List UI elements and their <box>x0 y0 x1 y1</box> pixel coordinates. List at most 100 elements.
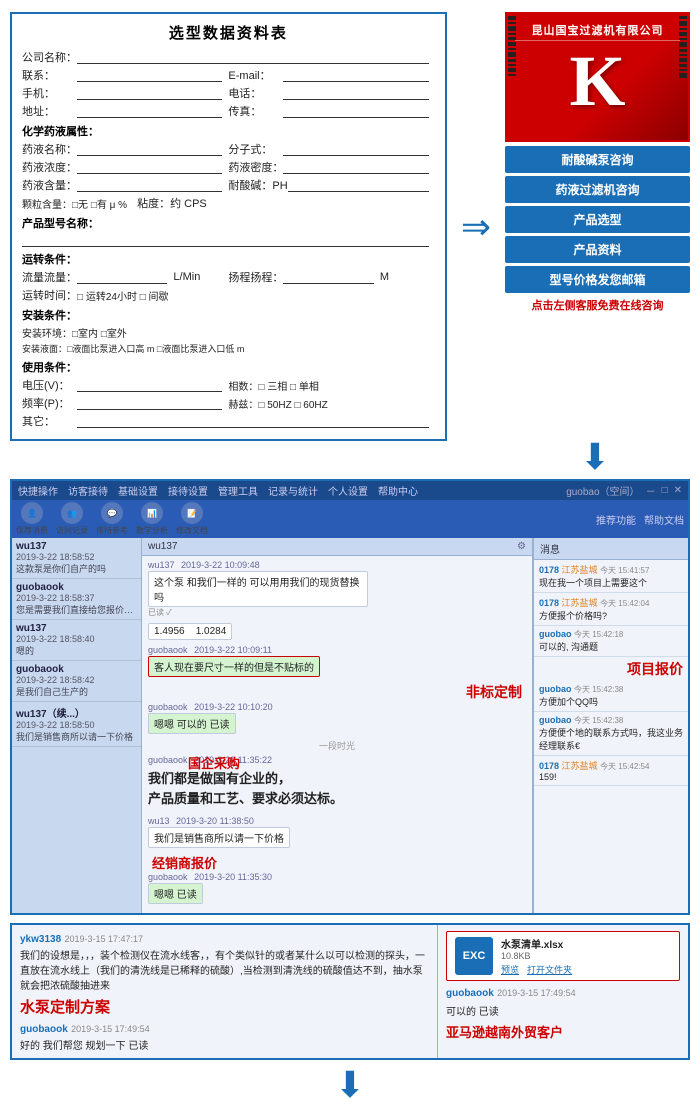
nav-xiugai-icon: 📝 <box>181 502 203 524</box>
msg-header-reply: guobaook 2019-3-22 10:10:20 <box>148 702 526 712</box>
msg-bubble-numbers: 1.4956 1.0284 <box>148 623 232 640</box>
bottom-user-2-name: guobaook <box>20 1024 68 1035</box>
chem-name-row: 药液名称： 分子式： <box>22 141 435 157</box>
runtime-label: 运转时间： <box>22 287 77 303</box>
file-size: 10.8KB <box>501 951 671 961</box>
topbar-jilu[interactable]: 记录与统计 <box>268 483 318 498</box>
right-msg-3-time: 今天 15:42:18 <box>574 630 623 639</box>
user-preview-wu13: 我们是销售商所以请一下价格 <box>16 730 134 743</box>
nav-fangwen[interactable]: 👥 访问记录 <box>56 502 88 536</box>
other-line <box>77 414 429 428</box>
chem-name-half: 药液名称： <box>22 141 228 157</box>
final-arrow-container: ⬇ <box>0 1064 700 1106</box>
topbar-jiedaisezhi[interactable]: 接待设置 <box>168 483 208 498</box>
annotation-fei-bianding: 非标定制 <box>148 682 522 702</box>
close-icon[interactable]: ✕ <box>674 485 682 496</box>
contact-label: 联系： <box>22 67 77 83</box>
msg-bubble-final: 嗯嗯 已读 <box>148 883 203 904</box>
tel-label: 电话： <box>228 85 283 101</box>
right-msg-3: guobao 今天 15:42:18 可以的, 沟通题 <box>534 626 688 657</box>
molecular-line <box>283 142 428 156</box>
msg-time-highlight: 2019-3-22 10:09:11 <box>194 645 272 655</box>
user-entry-guobaook2[interactable]: guobaook 2019-3-22 18:58:42 是我们自己生产的 <box>12 661 141 702</box>
address-label: 地址： <box>22 103 77 119</box>
topbar-jichushezhi[interactable]: 基础设置 <box>118 483 158 498</box>
nav-bangzhu[interactable]: 帮助文档 <box>644 512 684 527</box>
chat-center-title: wu137 <box>148 541 177 552</box>
user-time-wu137: 2019-3-22 18:58:52 <box>16 552 137 562</box>
user-entry-guobaook[interactable]: guobaook 2019-3-22 18:58:37 您是需要我们直接给您报价… <box>12 579 141 620</box>
right-msg-2-text: 方便报个价格吗? <box>539 609 683 622</box>
btn-filter[interactable]: 药液过滤机咨询 <box>505 176 690 203</box>
flow-section-header: 运转条件： <box>22 251 435 267</box>
msg-bubble-reply: 嗯嗯 可以的 已读 <box>148 713 236 734</box>
ph-label: 耐酸碱：PH <box>228 177 287 193</box>
chat-center: wu137 ⚙ wu137 2019-3-22 10:09:48 这个泵 和我们… <box>142 538 533 913</box>
btn-selection[interactable]: 产品选型 <box>505 206 690 233</box>
chemistry-section-header: 化学药液属性： <box>22 123 435 139</box>
user-entry-wu137[interactable]: wu137 2019-3-22 18:58:52 这款泵是你们自产的吗 <box>12 538 141 579</box>
nav-paichi[interactable]: 💬 排持参考 <box>96 502 128 536</box>
btn-price-email[interactable]: 型号价格发您邮箱 <box>505 266 690 293</box>
phase-half: 相数：□ 三相 □ 单相 <box>228 378 434 393</box>
nav-baojian[interactable]: 👤 保荐消费 <box>16 502 48 536</box>
topbar-guanligongju[interactable]: 管理工具 <box>218 483 258 498</box>
user-time-wu13: 2019-3-22 18:58:50 <box>16 720 137 730</box>
msg-time-wu13: 2019-3-20 11:38:50 <box>176 816 254 826</box>
bottom-right: EXC 水泵清单.xlsx 10.8KB 预览 打开文件夹 guobaook 2… <box>438 925 688 1058</box>
user-entry-wu137b[interactable]: wu137 2019-3-22 18:58:40 嗯的 <box>12 620 141 661</box>
topbar-geren[interactable]: 个人设置 <box>328 483 368 498</box>
topbar-fangke[interactable]: 访客接待 <box>68 483 108 498</box>
chat-users-panel: wu137 2019-3-22 18:58:52 这款泵是你们自产的吗 guob… <box>12 538 142 913</box>
arrow-down: ⬇ <box>580 439 610 475</box>
msg-time-1: 2019-3-22 10:09:48 <box>181 560 260 570</box>
head-line <box>283 270 373 284</box>
user-entry-wu13[interactable]: wu137（续...） 2019-3-22 18:58:50 我们是销售商所以请… <box>12 702 141 747</box>
nav-shuxue[interactable]: 📊 数学分析 <box>136 502 168 536</box>
maximize-icon[interactable]: □ <box>662 485 668 496</box>
voltage-half: 电压(V)： <box>22 377 228 393</box>
bottom-user-1: ykw3138 2019-3-15 17:47:17 <box>20 931 429 945</box>
right-msg-1-text: 现在我一个项目上需要这个 <box>539 576 683 589</box>
phone-label: 手机： <box>22 85 77 101</box>
conc-half: 药液浓度： <box>22 159 228 175</box>
msg-bubble-wu13: 我们是销售商所以请一下价格 <box>148 827 290 848</box>
right-msg-1: 0178 江苏盐城 今天 15:41:57 现在我一个项目上需要这个 <box>534 560 688 593</box>
nav-xiugai[interactable]: 📝 修改文档 <box>176 502 208 536</box>
bottom-section: ykw3138 2019-3-15 17:47:17 我们的设想是，，，装个检测… <box>10 923 690 1060</box>
msg-guobaook-highlight: guobaook 2019-3-22 10:09:11 客人现在要尺寸一样的但是… <box>148 645 526 677</box>
fax-line <box>283 104 428 118</box>
purity-half: 药液含量： <box>22 177 228 193</box>
right-msg-1-region: 江苏盐城 <box>562 565 598 575</box>
voltage-line <box>77 378 222 392</box>
user-time-guobaook: 2019-3-22 18:58:37 <box>16 593 137 603</box>
form-card: 选型数据资料表 公司名称： 联系： E-mail： 手机： 电话： <box>10 12 447 441</box>
install-env: 安装环境：□室内 □室外 <box>22 325 127 340</box>
phone-line <box>77 86 222 100</box>
flow-label: 流量流量： <box>22 269 77 285</box>
topbar-bangzhu[interactable]: 帮助中心 <box>378 483 418 498</box>
user-preview-guobaook: 您是需要我们直接给您报价对吧 <box>16 603 134 616</box>
nav-tuijian[interactable]: 推荐功能 <box>596 512 636 527</box>
topbar-kuaijie[interactable]: 快捷操作 <box>18 483 58 498</box>
email-half: E-mail： <box>228 67 434 83</box>
guoqi-section: guobaook 2019-3-20 11:35:22 我们都是做国有企业的，产… <box>148 755 526 811</box>
btn-materials[interactable]: 产品资料 <box>505 236 690 263</box>
bottom-user-2-text: 好的 我们帮您 规划一下 已读 <box>20 1037 429 1052</box>
file-preview-btn[interactable]: 预览 <box>501 963 519 976</box>
user-preview-wu137b: 嗯的 <box>16 644 134 657</box>
nav-baojian-icon: 👤 <box>21 502 43 524</box>
density-half: 药液密度： <box>228 159 434 175</box>
msg-from-final: guobaook <box>148 872 188 882</box>
tel-half: 电话： <box>228 85 434 101</box>
btn-acid-alkali[interactable]: 耐酸碱泵咨询 <box>505 146 690 173</box>
minimize-icon[interactable]: － <box>646 483 656 498</box>
msg-bubble-1: 这个泵 和我们一样的 可以用用我们的现货替换吗 <box>148 571 368 607</box>
particle-label: 颗粒含量：□无 □有 μ % <box>22 196 127 211</box>
msg-guoqi-text: 我们都是做国有企业的，产品质量和工艺、要求必须达标。 <box>148 766 526 811</box>
right-msg-2: 0178 江苏盐城 今天 15:42:04 方便报个价格吗? <box>534 593 688 626</box>
bottom-main: ykw3138 2019-3-15 17:47:17 我们的设想是，，，装个检测… <box>12 925 688 1058</box>
msg-guobaook-reply: guobaook 2019-3-22 10:10:20 嗯嗯 可以的 已读 <box>148 702 526 734</box>
user-preview-guobaook2: 是我们自己生产的 <box>16 685 134 698</box>
file-open-btn[interactable]: 打开文件夹 <box>527 963 572 976</box>
